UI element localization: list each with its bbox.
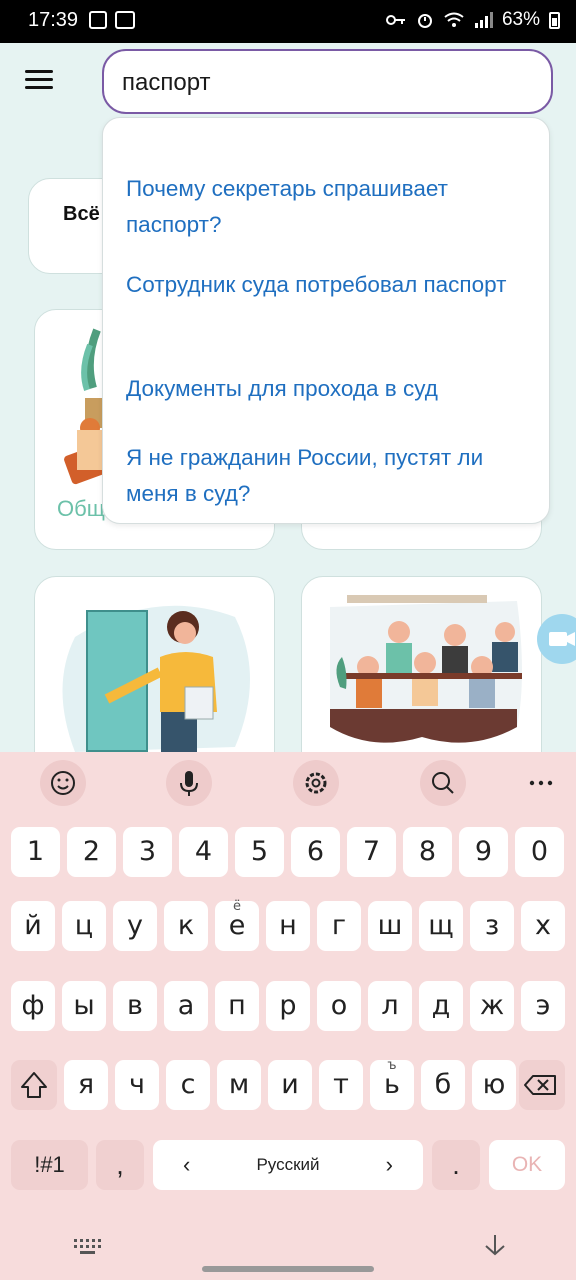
backspace-icon xyxy=(524,1075,556,1095)
key[interactable]: ш xyxy=(368,901,412,951)
comma-key[interactable]: , xyxy=(96,1140,144,1190)
key[interactable]: а xyxy=(164,981,208,1031)
wifi-icon xyxy=(444,12,464,27)
key-with-hint[interactable]: ёе xyxy=(215,899,259,951)
key[interactable]: с xyxy=(166,1060,210,1110)
courtroom-illustration xyxy=(330,595,522,743)
shift-icon xyxy=(21,1072,47,1098)
key[interactable]: т xyxy=(319,1060,363,1110)
status-right: 63% xyxy=(385,9,560,31)
key[interactable]: 2 xyxy=(67,827,116,877)
key[interactable]: г xyxy=(317,901,361,951)
key[interactable]: 6 xyxy=(291,827,340,877)
key[interactable]: в xyxy=(113,981,157,1031)
key[interactable]: 9 xyxy=(459,827,508,877)
suggestion-item[interactable]: Документы для прохода в суд xyxy=(126,371,526,407)
ok-key[interactable]: OK xyxy=(489,1140,565,1190)
category-card-courtroom[interactable] xyxy=(301,576,542,776)
door-illustration xyxy=(62,605,250,752)
microphone-icon[interactable] xyxy=(166,760,212,806)
more-icon[interactable] xyxy=(518,760,564,806)
key[interactable]: 0 xyxy=(515,827,564,877)
key[interactable]: ц xyxy=(62,901,106,951)
hide-keyboard-icon[interactable] xyxy=(482,1232,508,1265)
search-suggestions: Почему секретарь спрашивает паспорт? Сот… xyxy=(102,117,550,524)
key[interactable]: з xyxy=(470,901,514,951)
key-with-hint[interactable]: ъь xyxy=(370,1058,414,1110)
key[interactable]: 3 xyxy=(123,827,172,877)
key[interactable]: п xyxy=(215,981,259,1031)
key[interactable]: м xyxy=(217,1060,261,1110)
settings-icon[interactable] xyxy=(293,760,339,806)
emoji-icon[interactable] xyxy=(40,760,86,806)
search-input[interactable] xyxy=(122,69,522,97)
video-camera-icon xyxy=(549,632,575,646)
key[interactable]: й xyxy=(11,901,55,951)
category-label: Общ xyxy=(57,496,105,521)
category-card-entrance[interactable] xyxy=(34,576,275,776)
key[interactable]: ж xyxy=(470,981,514,1031)
key[interactable]: 5 xyxy=(235,827,284,877)
alarm-icon xyxy=(417,14,432,28)
key[interactable]: 1 xyxy=(11,827,60,877)
gallery-icon xyxy=(89,11,107,29)
key[interactable]: ф xyxy=(11,981,55,1031)
key[interactable]: щ xyxy=(419,901,463,951)
video-recorder-icon xyxy=(115,11,135,29)
key[interactable]: 8 xyxy=(403,827,452,877)
period-key[interactable]: . xyxy=(432,1140,480,1190)
key-hint: ё xyxy=(233,899,241,914)
status-bar: 17:39 63% xyxy=(0,0,576,43)
key[interactable]: 4 xyxy=(179,827,228,877)
search-field[interactable] xyxy=(102,49,553,114)
space-label: Русский xyxy=(256,1155,320,1174)
key[interactable]: ч xyxy=(115,1060,159,1110)
key[interactable]: э xyxy=(521,981,565,1031)
key[interactable]: к xyxy=(164,901,208,951)
signal-icon xyxy=(474,12,493,28)
suggestion-item[interactable]: Почему секретарь спрашивает паспорт? xyxy=(126,171,526,243)
key[interactable]: о xyxy=(317,981,361,1031)
key[interactable]: л xyxy=(368,981,412,1031)
search-icon[interactable] xyxy=(420,760,466,806)
key[interactable]: х xyxy=(521,901,565,951)
key[interactable]: у xyxy=(113,901,157,951)
home-indicator[interactable] xyxy=(202,1266,374,1272)
chevron-right-icon: › xyxy=(385,1152,393,1177)
key[interactable]: я xyxy=(64,1060,108,1110)
key[interactable]: д xyxy=(419,981,463,1031)
key-label: ь xyxy=(384,1069,400,1100)
all-categories-label: Всё xyxy=(63,203,100,225)
symbols-key[interactable]: !#1 xyxy=(11,1140,88,1190)
chevron-left-icon: ‹ xyxy=(183,1152,191,1177)
suggestion-item[interactable]: Сотрудник суда потребовал паспорт xyxy=(126,267,526,303)
key[interactable]: н xyxy=(266,901,310,951)
key-hint: ъ xyxy=(387,1058,397,1073)
key[interactable]: 7 xyxy=(347,827,396,877)
backspace-key[interactable] xyxy=(519,1060,565,1110)
key[interactable]: б xyxy=(421,1060,465,1110)
status-time: 17:39 xyxy=(28,9,79,31)
space-key[interactable]: ‹ Русский › xyxy=(153,1140,423,1190)
shift-key[interactable] xyxy=(11,1060,57,1110)
key-icon xyxy=(385,15,405,25)
hamburger-menu-icon[interactable] xyxy=(25,70,53,94)
battery-icon xyxy=(549,11,560,29)
key[interactable]: ы xyxy=(62,981,106,1031)
keyboard-switch-icon[interactable] xyxy=(72,1232,104,1263)
suggestion-item[interactable]: Я не гражданин России, пустят ли меня в … xyxy=(126,440,526,512)
key[interactable]: р xyxy=(266,981,310,1031)
key[interactable]: ю xyxy=(472,1060,516,1110)
key[interactable]: и xyxy=(268,1060,312,1110)
key-label: е xyxy=(228,910,246,941)
battery-text: 63% xyxy=(501,9,540,30)
video-call-fab[interactable] xyxy=(537,614,576,664)
